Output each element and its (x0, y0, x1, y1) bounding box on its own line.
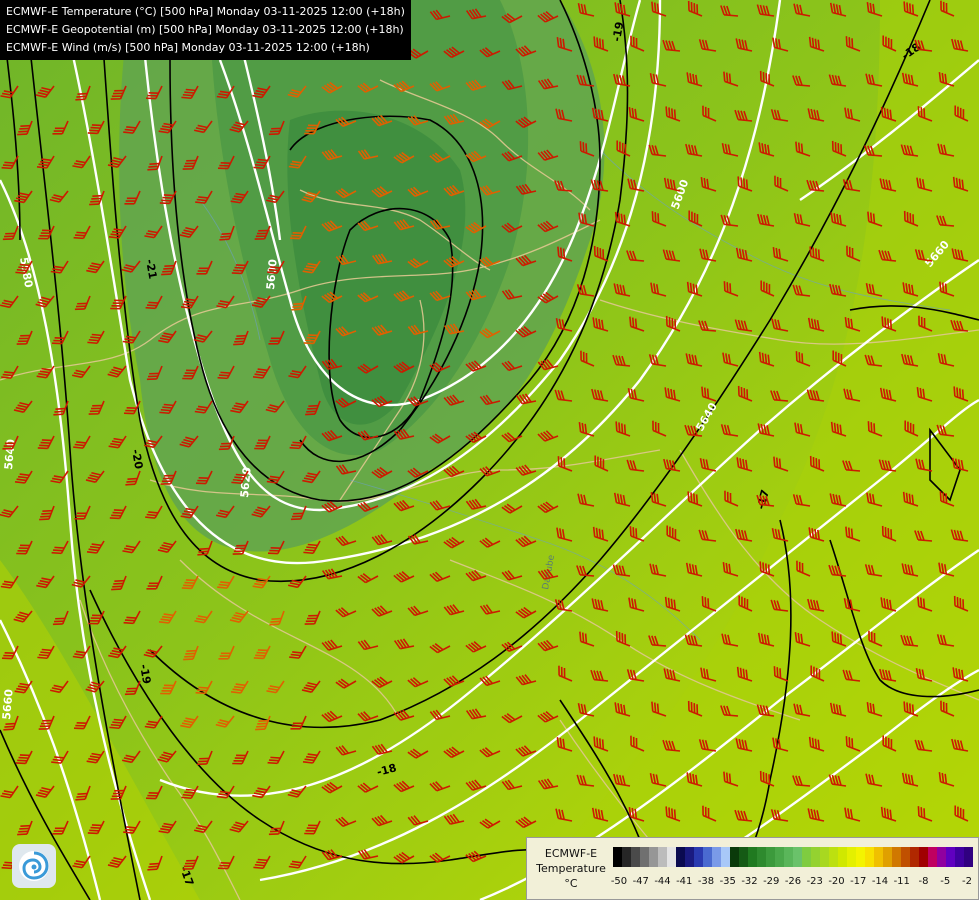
legend-color-swatch (775, 847, 784, 867)
legend-tick-label: -11 (893, 876, 910, 887)
legend-tick-label: -2 (962, 876, 972, 887)
legend-title-model: ECMWF-E (544, 847, 598, 860)
legend-color-swatch (721, 847, 730, 867)
legend-color-swatch (757, 847, 766, 867)
legend-tick-label: -50 (610, 876, 628, 887)
legend-tick-label: -26 (784, 876, 802, 887)
legend-color-swatch (838, 847, 847, 867)
legend-color-swatch (937, 847, 946, 867)
legend-color-swatch (847, 847, 856, 867)
legend-tick-label: -29 (763, 876, 780, 887)
legend-color-swatch (829, 847, 838, 867)
legend-tick-label: -32 (741, 876, 758, 887)
legend-color-swatch (658, 847, 667, 867)
legend-color-swatch (712, 847, 721, 867)
legend-color-swatch (703, 847, 712, 867)
legend-color-swatch (613, 847, 622, 867)
legend-color-swatch (685, 847, 694, 867)
legend-tick-label: -5 (940, 876, 951, 887)
legend-color-swatch (766, 847, 775, 867)
geopotential-label: 5660 (0, 688, 16, 720)
meteo-swirl-logo-icon (12, 844, 56, 888)
legend-color-swatch (748, 847, 757, 867)
legend-color-swatch (883, 847, 892, 867)
weather-map: 5580 5600 5600 5620 5640 5640 5660 5660 … (0, 0, 979, 900)
legend-color-swatch (793, 847, 802, 867)
legend-tick-label: -44 (654, 876, 671, 887)
geopotential-label: 5600 (264, 258, 280, 290)
legend-tick-label: -35 (719, 876, 736, 887)
legend-color-swatch (865, 847, 874, 867)
legend-color-swatch (649, 847, 658, 867)
legend-color-swatch (910, 847, 919, 867)
legend-color-swatch (919, 847, 928, 867)
legend-color-swatch (856, 847, 865, 867)
legend-color-swatch (730, 847, 739, 867)
header-line-temperature: ECMWF-E Temperature (°C) [500 hPa] Monda… (6, 5, 405, 18)
legend-color-swatch (955, 847, 964, 867)
legend-color-swatch (640, 847, 649, 867)
legend-color-swatch (802, 847, 811, 867)
legend-title-variable: Temperature (536, 862, 606, 875)
legend-color-swatch (667, 847, 676, 867)
legend-tick-label: -23 (806, 876, 823, 887)
legend-color-bar (613, 847, 973, 867)
legend-tick-label: -20 (828, 876, 845, 887)
legend-color-swatch (694, 847, 703, 867)
legend-color-swatch (892, 847, 901, 867)
legend-color-swatch (928, 847, 937, 867)
header-line-geopotential: ECMWF-E Geopotential (m) [500 hPa] Monda… (6, 23, 404, 36)
legend-tick-label: -47 (632, 876, 649, 887)
temperature-legend: ECMWF-E Temperature °C -50 -47 -44 -41 -38 -3… (526, 837, 979, 900)
legend-color-swatch (811, 847, 820, 867)
legend-color-swatch (820, 847, 829, 867)
legend-color-swatch (874, 847, 883, 867)
legend-color-swatch (784, 847, 793, 867)
header-line-wind: ECMWF-E Wind (m/s) [500 hPa] Monday 03-1… (6, 41, 370, 54)
legend-tick-label: -41 (676, 876, 693, 887)
legend-tick-label: -17 (850, 876, 867, 887)
legend-color-swatch (739, 847, 748, 867)
legend-unit: °C (564, 877, 578, 890)
legend-color-swatch (676, 847, 685, 867)
legend-color-swatch (901, 847, 910, 867)
legend-color-swatch (964, 847, 973, 867)
legend-tick-label: -14 (871, 876, 889, 887)
legend-color-swatch (622, 847, 631, 867)
legend-color-swatch (631, 847, 640, 867)
geopotential-label: 5620 (238, 466, 254, 498)
map-header: ECMWF-E Temperature (°C) [500 hPa] Monda… (0, 0, 411, 60)
legend-color-swatch (946, 847, 955, 867)
legend-tick-label: -8 (918, 876, 929, 887)
legend-tick-label: -38 (697, 876, 715, 887)
